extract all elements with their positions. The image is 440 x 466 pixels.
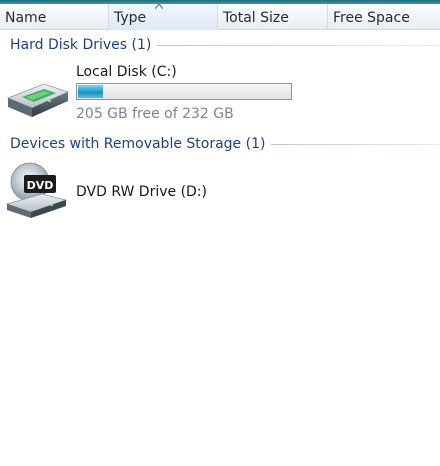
svg-text:DVD: DVD	[27, 179, 54, 192]
drive-item-local-disk[interactable]: Local Disk (C:) 205 GB free of 232 GB	[4, 62, 304, 124]
group-title: Devices with Removable Storage (1)	[10, 136, 266, 152]
sort-ascending-icon	[155, 3, 163, 9]
explorer-drive-view: Name Type Total Size Free Space Hard Dis…	[0, 0, 440, 466]
hard-disk-icon	[6, 83, 70, 117]
group-header-removable-storage[interactable]: Devices with Removable Storage (1)	[10, 134, 440, 154]
drive-free-space-text: 205 GB free of 232 GB	[76, 106, 234, 122]
group-divider	[157, 44, 440, 46]
group-title: Hard Disk Drives (1)	[10, 37, 152, 53]
drive-name: DVD RW Drive (D:)	[76, 184, 207, 200]
drive-item-dvd-rw[interactable]: DVD DVD RW Drive (D:)	[4, 160, 304, 222]
column-header-name[interactable]: Name	[0, 4, 109, 30]
group-divider	[271, 143, 440, 145]
dvd-drive-icon: DVD	[5, 162, 68, 218]
drive-name: Local Disk (C:)	[76, 64, 177, 80]
drive-usage-fill	[78, 85, 103, 98]
column-header-bar: Name Type Total Size Free Space	[0, 0, 440, 30]
column-header-free-space[interactable]: Free Space	[328, 4, 440, 30]
group-header-hard-disk-drives[interactable]: Hard Disk Drives (1)	[10, 35, 440, 55]
column-header-total-size[interactable]: Total Size	[218, 4, 328, 30]
drive-usage-bar	[76, 83, 292, 100]
column-header-type[interactable]: Type	[109, 4, 218, 30]
